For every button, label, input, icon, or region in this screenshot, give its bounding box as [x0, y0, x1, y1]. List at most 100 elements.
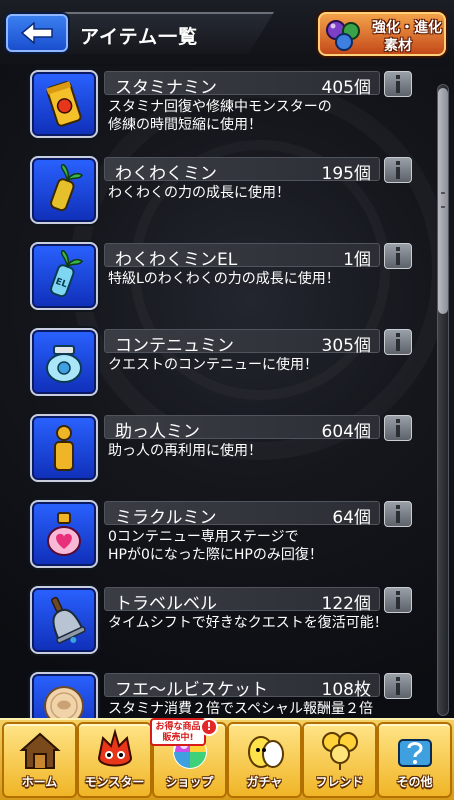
nav-label: モンスター: [84, 775, 145, 789]
item-description-line: クエストのコンテニューに使用！: [108, 357, 318, 373]
helper-bottle-icon: [54, 425, 74, 471]
item-list[interactable]: スタミナミン 405個 スタミナ回復や修練中モンスターの 修練の時間短縮に使用！…: [0, 60, 454, 720]
item-count: 305個: [321, 336, 371, 356]
biscuit-icon: [44, 686, 84, 720]
item-description: わくわくの力の成長に使用！: [108, 184, 408, 202]
item-name-bar: フエ〜ルビスケット 108枚: [104, 673, 380, 700]
monster-icon: [97, 728, 133, 767]
list-item[interactable]: わくわくミン 195個 わくわくの力の成長に使用！: [0, 150, 454, 236]
item-description-line: タイムシフトで好きなクエストを復活可能！: [108, 615, 388, 631]
item-description: スタミナ消費２倍でスペシャル報酬量２倍: [108, 700, 408, 718]
nav-label: ショップ: [165, 775, 214, 789]
info-icon: [396, 677, 400, 695]
list-item[interactable]: トラベルベル 122個 タイムシフトで好きなクエストを復活可能！: [0, 580, 454, 666]
evolve-materials-button[interactable]: 強化・進化 素材: [318, 12, 446, 56]
nav-monster[interactable]: モンスター: [77, 722, 152, 798]
sprout-bottle-icon: [50, 164, 84, 212]
list-item[interactable]: フエ〜ルビスケット 108枚 スタミナ消費２倍でスペシャル報酬量２倍: [0, 666, 454, 720]
item-name-bar: トラベルベル 122個: [104, 587, 380, 614]
item-name: わくわくミンEL: [115, 250, 238, 270]
item-description-line: スタミナ消費２倍でスペシャル報酬量２倍: [108, 701, 374, 717]
header: アイテム一覧 強化・進化 素材: [0, 0, 454, 66]
nav-label: ホーム: [21, 775, 58, 789]
el-bottle-icon: EL: [50, 250, 84, 298]
nav-friend[interactable]: フレンド: [302, 722, 377, 798]
item-description: 特級Lのわくわくの力の成長に使用！: [108, 270, 408, 288]
item-thumbnail: [30, 500, 98, 568]
list-item[interactable]: コンテニュミン 305個 クエストのコンテニューに使用！: [0, 322, 454, 408]
item-count: 1個: [343, 250, 371, 270]
item-count: 195個: [321, 164, 371, 184]
promo-label: お得な商品販売中!: [155, 722, 201, 743]
item-name-bar: スタミナミン 405個: [104, 71, 380, 98]
info-icon: [396, 161, 400, 179]
item-description: クエストのコンテニューに使用！: [108, 356, 408, 374]
item-thumbnail: EL: [30, 242, 98, 310]
home-icon: [19, 732, 61, 769]
list-item[interactable]: EL わくわくミンEL 1個 特級Lのわくわくの力の成長に使用！: [0, 236, 454, 322]
item-count: 604個: [321, 422, 371, 442]
info-button[interactable]: [384, 157, 412, 183]
item-name-bar: 助っ人ミン 604個: [104, 415, 380, 442]
item-description-line: 助っ人の再利用に使用！: [108, 443, 262, 459]
nav-other[interactable]: その他: [377, 722, 452, 798]
item-name: 助っ人ミン: [115, 422, 200, 442]
item-description-line: スタミナ回復や修練中モンスターの: [108, 99, 332, 115]
bell-icon: [51, 596, 86, 644]
info-button[interactable]: [384, 587, 412, 613]
materials-orbs-icon: [326, 20, 360, 51]
info-icon: [396, 419, 400, 437]
item-thumbnail: [30, 586, 98, 654]
evolve-button-sublabel: 素材: [384, 38, 412, 54]
info-button[interactable]: [384, 243, 412, 269]
nav-label: その他: [396, 775, 433, 789]
other-question-icon: [398, 739, 432, 767]
item-thumbnail: [30, 328, 98, 396]
item-description: タイムシフトで好きなクエストを復活可能！: [108, 614, 408, 632]
continue-jar-icon: [46, 345, 82, 383]
page-title: アイテム一覧: [80, 26, 199, 48]
item-description: スタミナ回復や修練中モンスターの 修練の時間短縮に使用！: [108, 98, 408, 134]
info-button[interactable]: [384, 501, 412, 527]
item-name-bar: ミラクルミン 64個: [104, 501, 380, 528]
list-item[interactable]: 助っ人ミン 604個 助っ人の再利用に使用！: [0, 408, 454, 494]
info-button[interactable]: [384, 71, 412, 97]
list-item[interactable]: ミラクルミン 64個 0コンテニュー専用ステージで HPが0になった際にHPのみ…: [0, 494, 454, 580]
item-name-bar: コンテニュミン 305個: [104, 329, 380, 356]
list-item[interactable]: スタミナミン 405個 スタミナ回復や修練中モンスターの 修練の時間短縮に使用！: [0, 64, 454, 150]
item-thumbnail: [30, 156, 98, 224]
item-name: コンテニュミン: [115, 336, 234, 356]
back-arrow-icon: [20, 22, 53, 44]
item-description-line: 特級Lのわくわくの力の成長に使用！: [108, 271, 340, 287]
item-description: 助っ人の再利用に使用！: [108, 442, 408, 460]
item-name: わくわくミン: [115, 164, 217, 184]
item-thumbnail: [30, 414, 98, 482]
item-description-line: わくわくの力の成長に使用！: [108, 185, 290, 201]
item-description: 0コンテニュー専用ステージで HPが0になった際にHPのみ回復！: [108, 528, 408, 564]
info-button[interactable]: [384, 415, 412, 441]
item-count: 405個: [321, 78, 371, 98]
item-description-line: HPが0になった際にHPのみ回復！: [108, 547, 323, 563]
item-name: スタミナミン: [115, 78, 217, 98]
nav-home[interactable]: ホーム: [2, 722, 77, 798]
back-button[interactable]: [6, 14, 68, 52]
nav-label: フレンド: [315, 775, 364, 789]
info-icon: [396, 591, 400, 609]
item-name: フエ〜ルビスケット: [115, 680, 268, 700]
shop-promo-tag: お得な商品販売中!: [150, 718, 206, 746]
nav-label: ガチャ: [246, 775, 283, 789]
info-button[interactable]: [384, 673, 412, 699]
item-name-bar: わくわくミン 195個: [104, 157, 380, 184]
promo-alert-badge: !: [200, 718, 218, 736]
item-count: 64個: [332, 508, 371, 528]
item-thumbnail: [30, 70, 98, 138]
stamina-can-icon: [46, 81, 82, 127]
evolve-button-label: 強化・進化: [372, 20, 442, 36]
nav-gacha[interactable]: ガチャ: [227, 722, 302, 798]
friend-balloons-icon: [322, 732, 358, 770]
scrollbar-grip-icon: [441, 192, 445, 208]
item-name: ミラクルミン: [115, 508, 217, 528]
info-icon: [396, 333, 400, 351]
item-name: トラベルベル: [115, 594, 217, 614]
info-button[interactable]: [384, 329, 412, 355]
